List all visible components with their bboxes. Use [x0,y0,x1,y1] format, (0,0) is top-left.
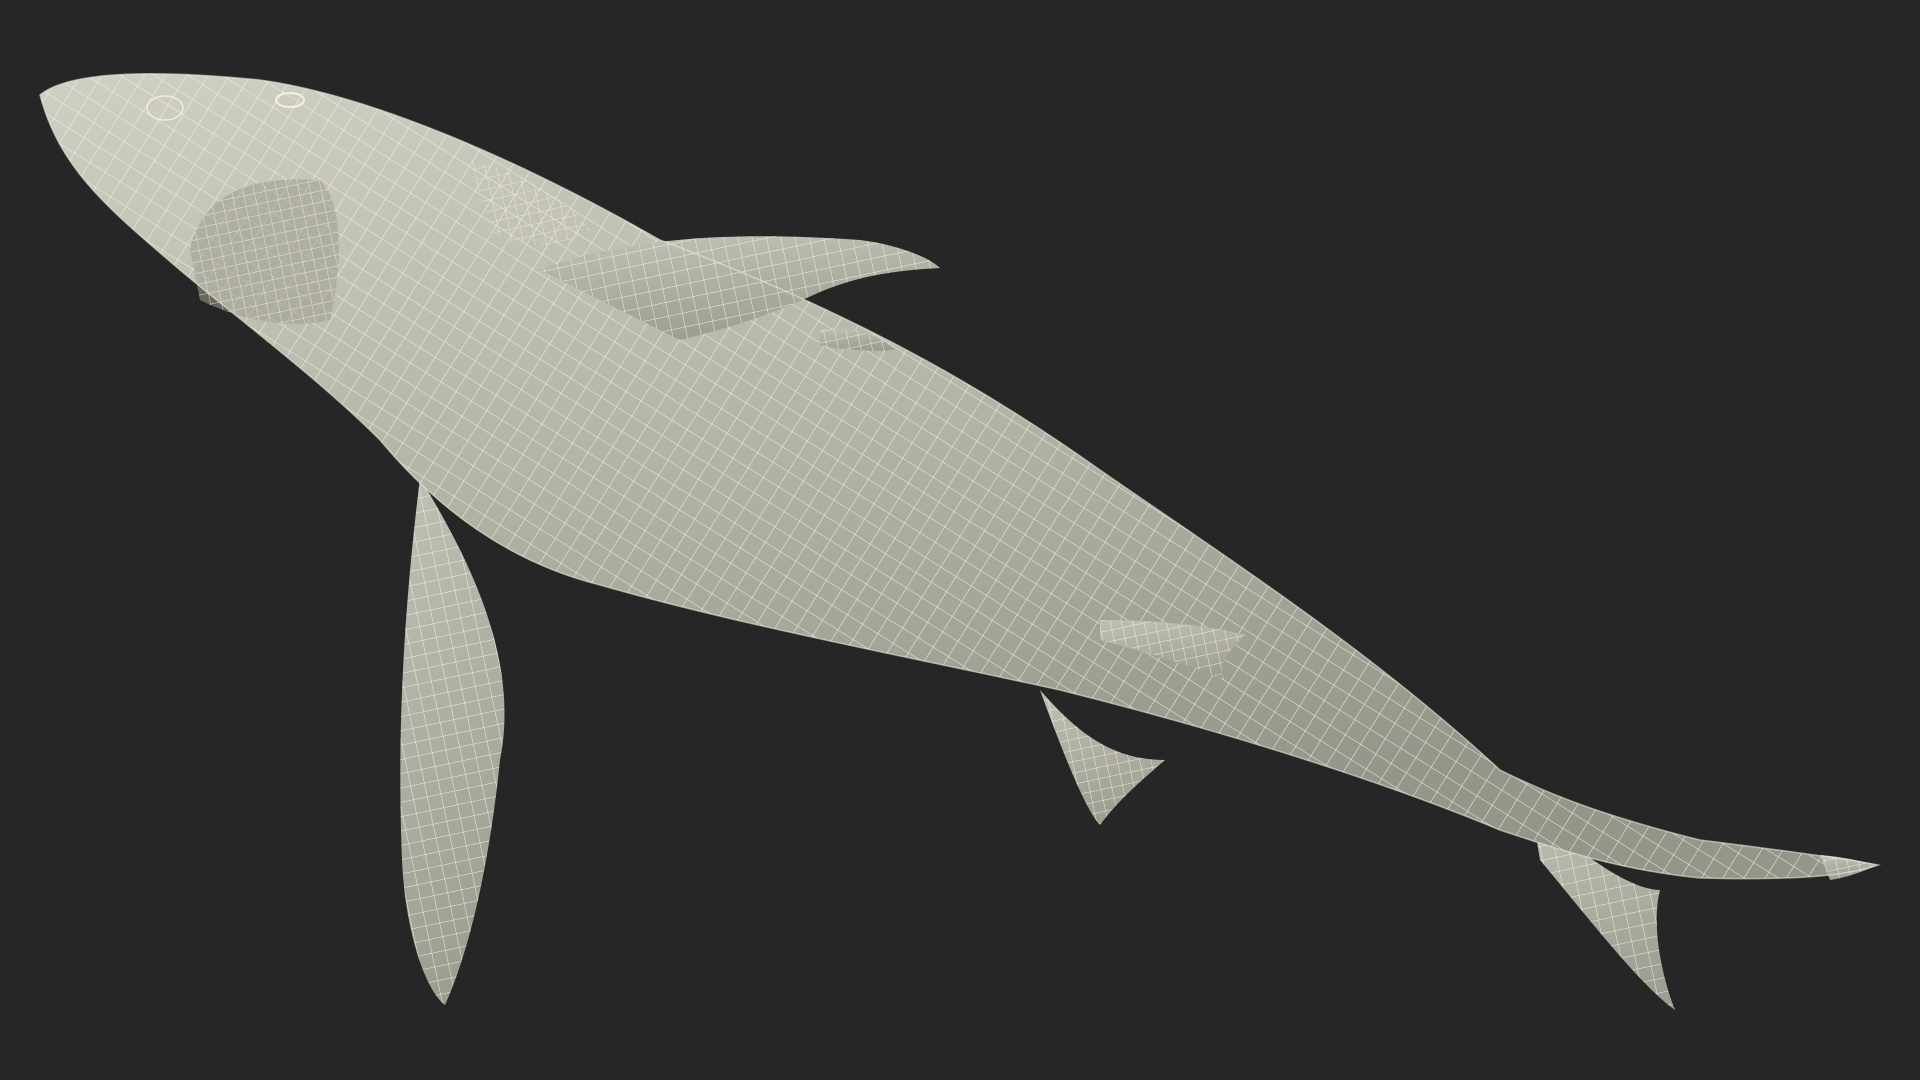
viewport-canvas[interactable] [0,0,1920,1080]
